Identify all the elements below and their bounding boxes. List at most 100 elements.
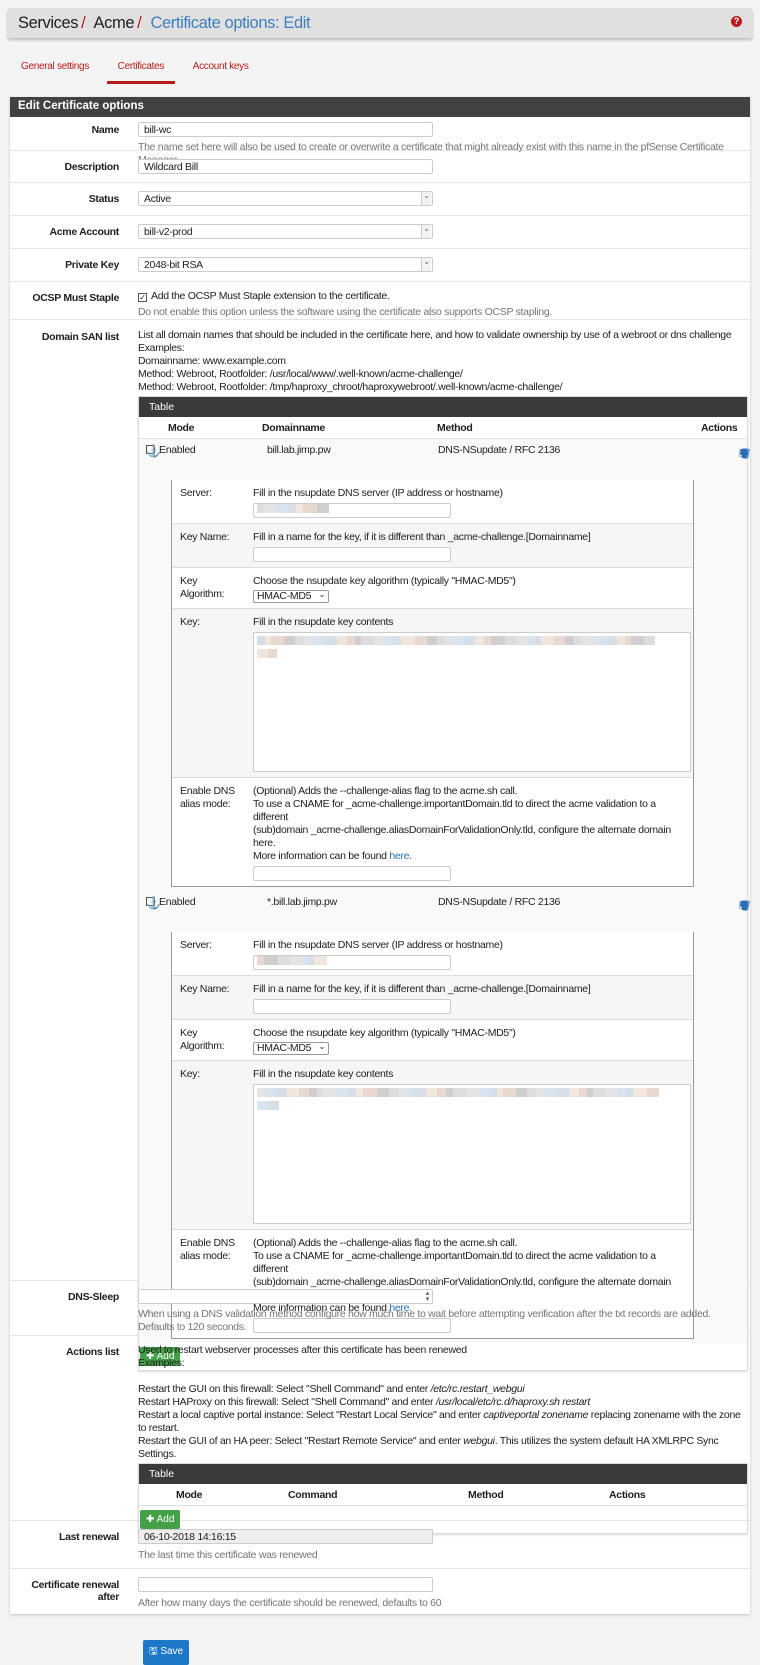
breadcrumb-acme[interactable]: Acme — [94, 14, 135, 32]
redacted-value — [257, 1088, 659, 1100]
edit-certificate-panel: Edit Certificate options Name bill-wc Th… — [10, 97, 752, 1614]
domain-method: DNS-NSupdate / RFC 2136 — [438, 896, 561, 908]
server-input[interactable] — [253, 503, 451, 518]
san-intro-3: Method: Webroot, Rootfolder: /usr/local/… — [138, 368, 463, 380]
key-algorithm-select[interactable]: HMAC-MD5 — [253, 589, 329, 603]
example-command: webgui — [463, 1435, 495, 1447]
ocsp-label: OCSP Must Staple — [32, 292, 119, 304]
key-name-input[interactable] — [253, 999, 451, 1014]
dns-sleep-input[interactable]: ▴ ▾ — [138, 1289, 433, 1304]
server-row: Server: Fill in the nsupdate DNS server (… — [172, 932, 693, 975]
key-content: Fill in the nsupdate key contents — [253, 616, 695, 772]
private-key-select[interactable]: 2048-bit RSA — [138, 257, 433, 272]
save-icon: 🖫 — [149, 1646, 161, 1657]
spinner-icon[interactable]: ▴ ▾ — [426, 1290, 430, 1303]
status-select[interactable]: Active — [138, 191, 433, 206]
col-method: Method — [468, 1489, 504, 1501]
col-actions: Actions — [701, 422, 738, 434]
col-actions: Actions — [609, 1489, 646, 1501]
redacted-value — [257, 956, 327, 969]
key-name-input[interactable] — [253, 547, 451, 562]
move-down-icon[interactable]: 🡇 — [739, 449, 749, 461]
san-intro-4: Method: Webroot, Rootfolder: /tmp/haprox… — [138, 381, 563, 393]
name-row: Name bill-wc The name set here will also… — [10, 117, 750, 166]
key-algorithm-row: Key Algorithm: Choose the nsupdate key al… — [172, 1019, 693, 1060]
server-help: Fill in the nsupdate DNS server (IP addr… — [253, 487, 503, 499]
renewal-after-label: Certificate renewal after — [31, 1579, 119, 1603]
key-textarea[interactable] — [253, 1084, 691, 1224]
panel-title: Edit Certificate options — [10, 97, 750, 117]
key-label: Key: — [180, 1068, 200, 1080]
private-key-value: 2048-bit RSA — [144, 259, 203, 271]
plus-icon: ✚ — [146, 1514, 157, 1525]
dns-alias-help: (Optional) Adds the --challenge-alias fl… — [253, 1237, 518, 1249]
server-label: Server: — [180, 939, 212, 951]
col-mode: Mode — [168, 422, 195, 434]
nsupdate-settings: Server: Fill in the nsupdate DNS server (… — [139, 477, 747, 891]
description-input[interactable]: Wildcard Bill — [138, 159, 433, 174]
name-label: Name — [91, 124, 120, 136]
acme-account-row: Acme Account bill-v2-prod — [10, 216, 750, 249]
more-info-text: More information can be found — [253, 850, 390, 862]
server-input[interactable] — [253, 955, 451, 970]
move-down-icon[interactable]: 🡇 — [739, 901, 749, 913]
key-algorithm-label: Key Algorithm: — [180, 1027, 225, 1052]
domain-row: ⚓ Enabled bill.lab.jimp.pw DNS-NSupdate / R… — [139, 439, 752, 477]
key-row: Key: Fill in the nsupdate key contents — [172, 1060, 693, 1229]
page-title[interactable]: Certificate options: Edit — [151, 14, 311, 32]
key-content: Fill in the nsupdate key contents — [253, 1068, 695, 1224]
domain-name: bill.lab.jimp.pw — [267, 444, 331, 456]
ocsp-checkbox[interactable]: ✓ — [138, 293, 147, 302]
help-icon[interactable]: ? — [731, 16, 742, 27]
example-command: captiveportal zonename — [483, 1409, 589, 1421]
dns-sleep-label: DNS-Sleep — [68, 1291, 119, 1303]
actions-list-row: Actions list Used to restart webserver p… — [10, 1336, 750, 1534]
acme-account-label: Acme Account — [49, 226, 119, 238]
key-name-content: Fill in a name for the key, if it is dif… — [253, 531, 693, 562]
actions-table-title: Table — [139, 1464, 747, 1484]
dns-alias-help: To use a CNAME for _acme-challenge.impor… — [253, 1250, 656, 1275]
example-text: Restart HAProxy on this firewall: Select… — [138, 1396, 436, 1408]
add-action-button[interactable]: ✚ Add — [140, 1510, 181, 1529]
acme-account-value: bill-v2-prod — [144, 226, 193, 238]
dns-alias-input[interactable] — [253, 866, 451, 881]
name-input[interactable]: bill-wc — [138, 122, 433, 137]
server-content: Fill in the nsupdate DNS server (IP addr… — [253, 939, 693, 970]
dns-alias-content: (Optional) Adds the --challenge-alias fl… — [253, 785, 693, 881]
col-command: Command — [288, 1489, 338, 1501]
san-table-header: Mode Domainname Method Actions — [139, 417, 747, 439]
dns-alias-help: (Optional) Adds the --challenge-alias fl… — [253, 785, 518, 797]
breadcrumb-services[interactable]: Services — [18, 14, 78, 32]
renewal-after-input[interactable] — [138, 1577, 433, 1592]
breadcrumb-separator: / — [81, 14, 86, 32]
example-command: /usr/local/etc/rc.d/haproxy.sh restart — [435, 1396, 590, 1408]
key-help: Fill in the nsupdate key contents — [253, 1068, 394, 1080]
col-mode: Mode — [176, 1489, 203, 1501]
save-button[interactable]: 🖫 Save — [143, 1640, 190, 1665]
tab-general-settings[interactable]: General settings — [10, 58, 100, 84]
key-textarea[interactable] — [253, 632, 691, 772]
key-algorithm-content: Choose the nsupdate key algorithm (typic… — [253, 575, 693, 603]
tab-certificates[interactable]: Certificates — [106, 58, 176, 84]
more-info-link[interactable]: here. — [389, 850, 412, 862]
key-name-help: Fill in a name for the key, if it is dif… — [253, 983, 591, 995]
san-table-title: Table — [139, 397, 747, 417]
key-algorithm-select[interactable]: HMAC-MD5 — [253, 1041, 329, 1055]
dns-alias-more: More information can be found here. — [253, 850, 689, 863]
breadcrumb-separator: / — [137, 14, 142, 32]
key-label: Key: — [180, 616, 200, 628]
col-domainname: Domainname — [262, 422, 325, 434]
redacted-value — [257, 636, 655, 648]
add-action-label: Add — [156, 1514, 175, 1525]
last-renewal-input: 06-10-2018 14:16:15 — [138, 1529, 433, 1544]
san-intro-1: Examples: — [138, 342, 185, 354]
domain-name: *.bill.lab.jimp.pw — [267, 896, 337, 908]
dns-alias-row: Enable DNS alias mode: (Optional) Adds th… — [172, 777, 693, 886]
nsupdate-box: Server: Fill in the nsupdate DNS server (… — [171, 480, 694, 887]
ocsp-row: OCSP Must Staple ✓ Add the OCSP Must Stap… — [10, 282, 750, 320]
acme-account-select[interactable]: bill-v2-prod — [138, 224, 433, 239]
tab-account-keys[interactable]: Account keys — [182, 58, 260, 84]
example-text: Restart a local captive portal instance:… — [138, 1409, 484, 1421]
tab-bar: General settings Certificates Account ke… — [10, 58, 264, 84]
dns-sleep-help: When using a DNS validation method confi… — [138, 1308, 711, 1333]
